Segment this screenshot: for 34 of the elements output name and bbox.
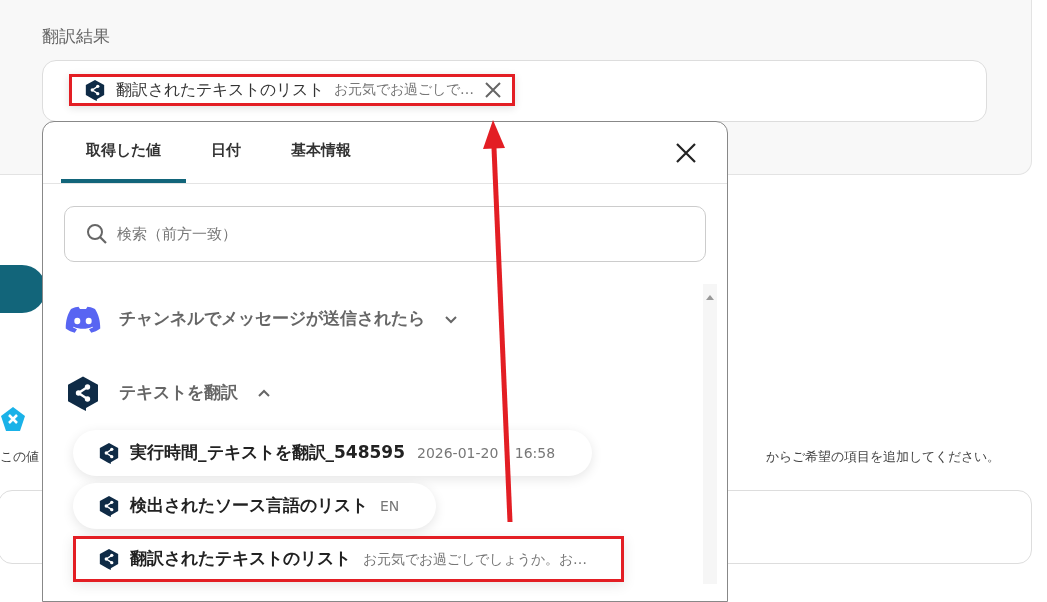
- share-badge-icon: [84, 78, 106, 101]
- game-controller-icon: [65, 305, 101, 333]
- variable-chip[interactable]: 翻訳されたテキストのリスト お元気でお過ごしで…: [69, 73, 515, 106]
- step-title: チャンネルでメッセージが送信されたら: [119, 307, 425, 331]
- share-badge-icon: [98, 548, 120, 570]
- share-badge-icon: [65, 375, 101, 411]
- tab[interactable]: 日付: [186, 122, 266, 183]
- search-field[interactable]: 検索（前方一致）: [64, 206, 706, 262]
- hint-text: この値: [0, 448, 39, 466]
- share-badge-icon: [98, 442, 120, 464]
- search-icon: [86, 223, 108, 245]
- step-header[interactable]: チャンネルでメッセージが送信されたら: [65, 282, 459, 356]
- value-option[interactable]: 翻訳されたテキストのリスト お元気でお過ごしでしょうか。お…: [73, 536, 624, 582]
- hint-text: からご希望の項目を追加してください。: [766, 448, 1000, 466]
- option-value: お元気でお過ごしでしょうか。お…: [363, 549, 587, 569]
- scrollbar[interactable]: [703, 284, 717, 584]
- share-badge-icon: [98, 495, 120, 517]
- remove-button[interactable]: [484, 80, 502, 99]
- option-title: 検出されたソース言語のリスト: [130, 494, 368, 518]
- option-title: 翻訳されたテキストのリスト: [130, 547, 351, 571]
- result-field[interactable]: 翻訳されたテキストのリスト お元気でお過ごしで…: [42, 59, 987, 122]
- chip-value: お元気でお過ごしで…: [334, 80, 474, 99]
- field-label: 翻訳結果: [42, 25, 111, 48]
- step-header[interactable]: テキストを翻訳: [65, 356, 272, 430]
- close-icon: [675, 141, 697, 164]
- tab[interactable]: 取得した値: [61, 122, 186, 183]
- chip-title: 翻訳されたテキストのリスト: [116, 78, 324, 101]
- app-icon: [0, 406, 26, 432]
- step-title: テキストを翻訳: [119, 381, 238, 405]
- tab[interactable]: 基本情報: [266, 122, 376, 183]
- option-title: 実行時間_テキストを翻訳_548595: [130, 441, 405, 465]
- close-icon: [484, 80, 502, 99]
- option-value: EN: [380, 496, 400, 516]
- option-value: 2026-01-20 16:58: [417, 443, 556, 463]
